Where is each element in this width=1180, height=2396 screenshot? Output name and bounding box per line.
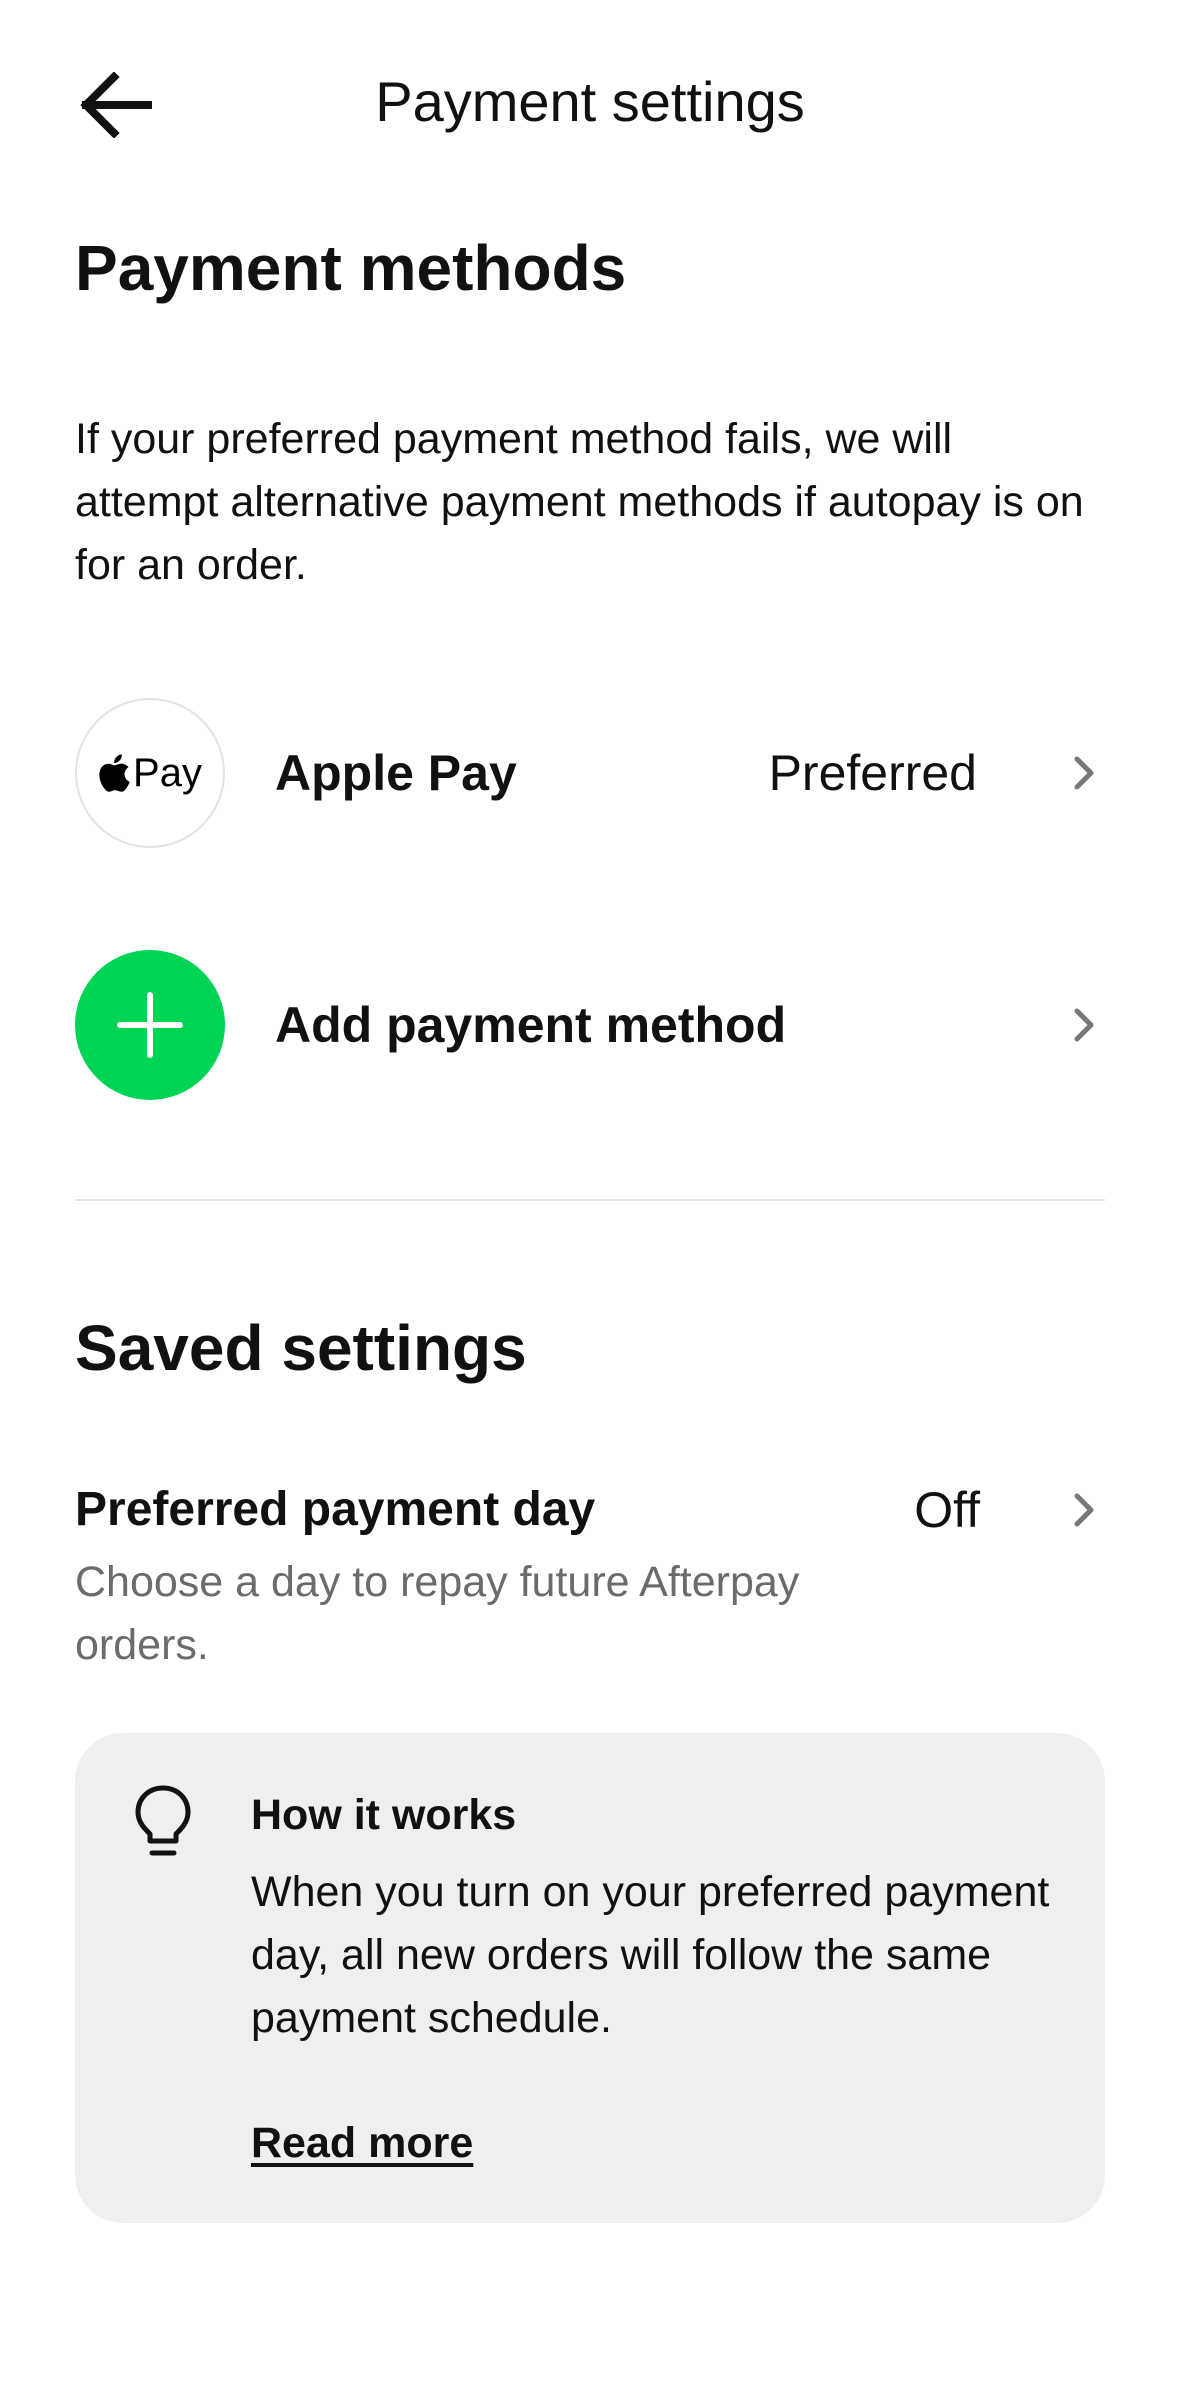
how-it-works-card: How it works When you turn on your prefe… [75,1733,1105,2223]
preferred-payment-day-value: Off [914,1482,980,1538]
payment-method-apple-pay[interactable]: Pay Apple Pay Preferred [75,698,1105,848]
add-payment-method-button[interactable]: Add payment method [75,950,1105,1100]
chevron-right-icon [1074,1008,1094,1042]
plus-icon [117,992,183,1058]
payment-methods-heading: Payment methods [75,232,627,304]
lightbulb-icon [135,1785,191,1856]
how-it-works-body: When you turn on your preferred payment … [251,1868,1050,2042]
chevron-right-icon [1074,756,1094,790]
preferred-payment-day-row[interactable]: Preferred payment day Choose a day to re… [75,1475,1105,1695]
chevron-right-icon [1074,1493,1094,1527]
apple-pay-logo-text: Pay [133,750,202,795]
add-circle [75,950,225,1100]
how-it-works-title: How it works [251,1791,517,1839]
add-payment-method-label: Add payment method [275,997,787,1053]
apple-pay-label: Apple Pay [275,745,517,801]
payment-methods-description: If your preferred payment method fails, … [75,415,1084,589]
preferred-payment-day-title: Preferred payment day [75,1483,596,1536]
section-divider [75,1199,1105,1201]
saved-settings-heading: Saved settings [75,1312,527,1384]
read-more-link[interactable]: Read more [251,2113,473,2173]
preferred-badge: Preferred [768,745,977,801]
apple-pay-logo: Pay [75,698,225,848]
page-title: Payment settings [375,70,805,133]
apple-logo-icon [99,754,130,792]
preferred-payment-day-subtitle: Choose a day to repay future Afterpay or… [75,1558,800,1669]
